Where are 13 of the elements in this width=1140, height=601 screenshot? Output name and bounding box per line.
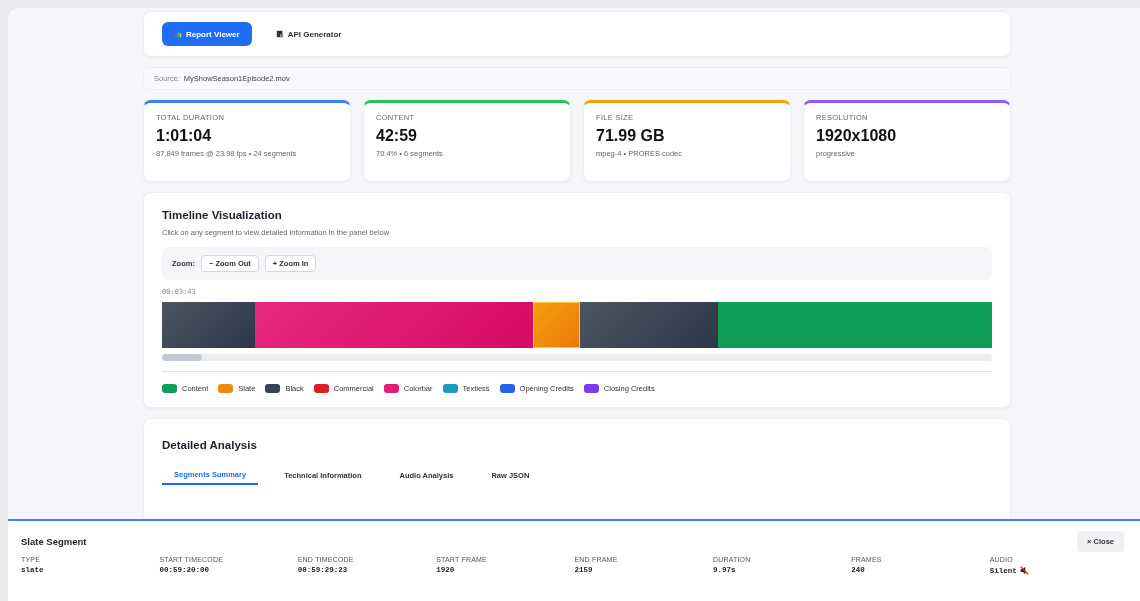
stat-value: 1920x1080 xyxy=(816,127,898,145)
chart-icon xyxy=(174,30,182,38)
section-title: Detailed Analysis xyxy=(162,439,258,451)
stat-value: 71.99 GB xyxy=(596,127,666,145)
nav-tab[interactable]: Report Viewer xyxy=(162,22,252,46)
section-title: Timeline Visualization xyxy=(162,209,283,221)
timeline-segment[interactable] xyxy=(533,302,581,348)
stat-value: 1:01:04 xyxy=(156,127,213,145)
panel-title: Slate Segment xyxy=(21,536,87,547)
nav-tab[interactable]: API Generator xyxy=(263,22,354,46)
document-icon xyxy=(275,30,284,38)
scrollbar-thumb[interactable] xyxy=(162,354,202,361)
stat-value: 42:59 xyxy=(376,127,418,145)
